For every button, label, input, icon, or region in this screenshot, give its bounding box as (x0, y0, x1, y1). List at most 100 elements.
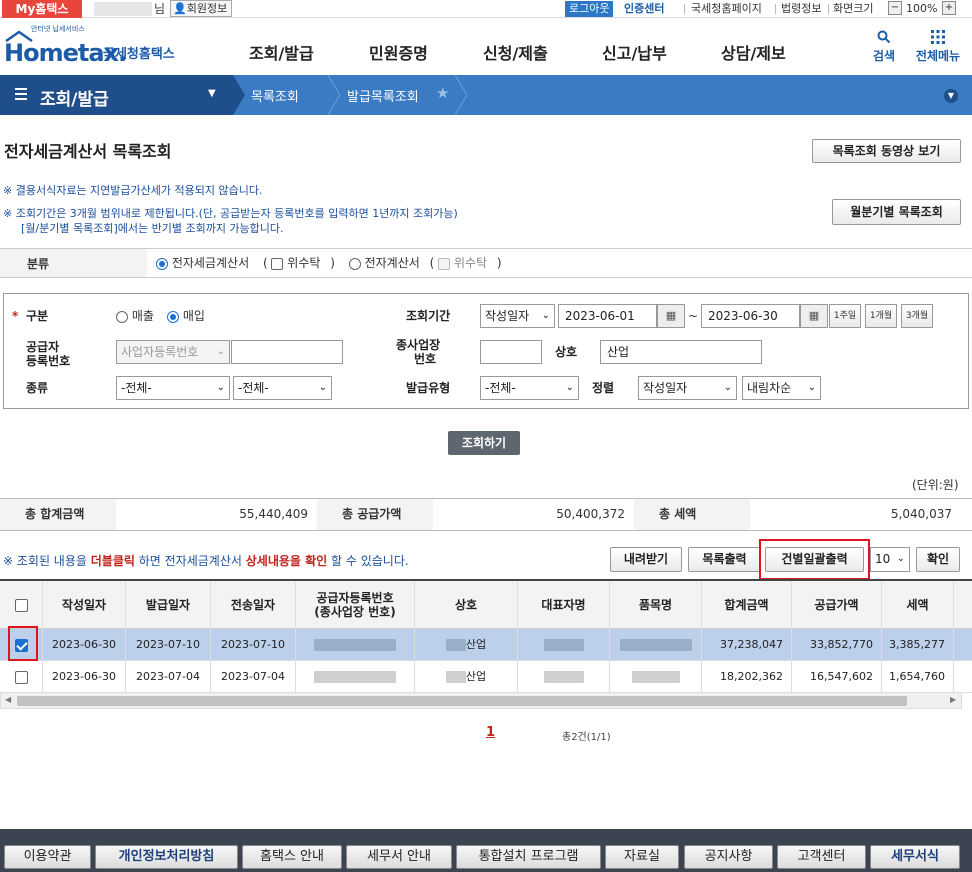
page-size-value: 10 (875, 552, 891, 566)
footer-privacy[interactable]: 개인정보처리방침 (95, 845, 238, 869)
crumb-list-inquiry[interactable]: 목록조회 (251, 86, 299, 105)
date-type-select[interactable]: 작성일자 ⌄ (480, 304, 555, 328)
confirm-button[interactable]: 확인 (916, 547, 960, 572)
footer-office-guide[interactable]: 세무서 안내 (346, 845, 452, 869)
footer-archive[interactable]: 자료실 (605, 845, 679, 869)
col-tax[interactable]: 세액 (882, 581, 954, 629)
date-from-input[interactable]: 2023-06-01 (558, 304, 657, 328)
table-row[interactable]: 2023-06-30 2023-07-10 2023-07-10 산업 37,2… (0, 629, 972, 661)
sale-option[interactable]: 매출 (116, 308, 154, 324)
zoom-out-button[interactable]: − (888, 1, 902, 15)
table-row[interactable]: 2023-06-30 2023-07-04 2023-07-04 산업 18,2… (0, 661, 972, 693)
sale-radio[interactable] (116, 310, 128, 323)
nav-section-dropdown[interactable]: 조회/발급 ▼ (0, 75, 233, 115)
branch-label-2: 번호 (414, 352, 437, 366)
cell-tax: 1,654,760 (882, 661, 954, 693)
cell-supplier-reg-masked (296, 661, 415, 693)
e-tax-invoice-radio[interactable] (156, 257, 168, 270)
half-period-list-button[interactable]: 월분기별 목록조회 (832, 199, 961, 225)
footer-notice[interactable]: 공지사항 (684, 845, 773, 869)
crumb-issue-list[interactable]: 발급목록조회 (347, 86, 419, 105)
consign-checkbox-1[interactable] (271, 257, 284, 270)
period-3month-button[interactable]: 3개월 (901, 304, 933, 328)
cell-company-text: 산업 (465, 638, 487, 651)
supplier-reg-number-input[interactable] (231, 340, 343, 364)
e-invoice-radio[interactable] (348, 257, 361, 270)
col-item[interactable]: 품목명 (610, 581, 702, 629)
footer-hometax-guide[interactable]: 홈택스 안내 (242, 845, 342, 869)
favorite-star-icon[interactable]: ★ (436, 84, 449, 102)
col-send-date[interactable]: 전송일자 (211, 581, 296, 629)
nav-expand-icon[interactable]: ▼ (944, 89, 958, 103)
list-video-button[interactable]: 목록조회 동영상 보기 (812, 139, 961, 163)
select-all-checkbox[interactable] (14, 598, 28, 612)
total-supply-value: 50,400,372 (556, 507, 625, 521)
col-supplier-reg[interactable]: 공급자등록번호 (종사업장 번호) (296, 581, 415, 629)
logout-button[interactable]: 로그아웃 (565, 1, 614, 17)
row-checkbox[interactable] (14, 670, 28, 684)
footer-install-program[interactable]: 통합설치 프로그램 (456, 845, 601, 869)
gnb-apply-submit[interactable]: 신청/제출 (483, 40, 548, 64)
company-name-input[interactable]: 산업 (600, 340, 762, 364)
masked-value (445, 639, 466, 651)
footer-customer-center[interactable]: 고객센터 (777, 845, 866, 869)
date-to-input[interactable]: 2023-06-30 (701, 304, 800, 328)
gnb-consult-report[interactable]: 상담/제보 (721, 40, 786, 64)
footer-tax-forms[interactable]: 세무서식 (870, 845, 960, 869)
masked-value (631, 671, 680, 683)
col-written-date[interactable]: 작성일자 (43, 581, 126, 629)
period-1week-button[interactable]: 1주일 (829, 304, 861, 328)
kind-select-2[interactable]: -전체- ⌄ (233, 376, 332, 400)
cert-center-link[interactable]: 인증센터 (624, 1, 664, 17)
myhometax-button[interactable]: My홈택스 (2, 0, 82, 18)
purchase-radio[interactable] (167, 310, 179, 323)
nts-homepage-link[interactable]: 국세청홈페이지 (691, 1, 762, 17)
download-button[interactable]: 내려받기 (610, 547, 682, 572)
kind-select-1[interactable]: -전체- ⌄ (116, 376, 230, 400)
scrollbar-thumb[interactable] (17, 696, 907, 706)
paren-close: ) (496, 256, 502, 270)
page-size-select[interactable]: 10 ⌄ (870, 547, 910, 572)
row-select-cell (0, 661, 43, 693)
e-invoice-label: 전자계산서 (364, 256, 420, 270)
cell-company: 산업 (415, 629, 518, 661)
col-ceo[interactable]: 대표자명 (518, 581, 610, 629)
horizontal-scrollbar[interactable]: ◀ ▶ (0, 692, 962, 709)
search-button[interactable]: 검색 (868, 30, 900, 64)
scroll-right-icon[interactable]: ▶ (950, 695, 956, 704)
branch-number-input[interactable] (480, 340, 542, 364)
total-supply-label: 총 공급가액 (317, 499, 433, 530)
col-company[interactable]: 상호 (415, 581, 518, 629)
period-1month-button[interactable]: 1개월 (865, 304, 897, 328)
footer-terms[interactable]: 이용약관 (4, 845, 91, 869)
calendar-icon[interactable]: ▦ (800, 304, 828, 328)
all-menu-button[interactable]: 전체메뉴 (912, 30, 964, 64)
member-info-button[interactable]: 👤회원정보 (170, 0, 233, 17)
cell-ceo-masked (518, 629, 610, 661)
col-total[interactable]: 합계금액 (702, 581, 792, 629)
gnb-inquiry-issue[interactable]: 조회/발급 (249, 40, 314, 64)
issue-type-label: 발급유형 (406, 381, 451, 395)
zoom-in-button[interactable]: + (942, 1, 956, 15)
hint-text-2: 하면 전자세금계산서 (134, 554, 246, 568)
law-info-link[interactable]: 법령정보 (781, 1, 821, 17)
col-supply[interactable]: 공급가액 (792, 581, 882, 629)
sort-order-select[interactable]: 내림차순 ⌄ (742, 376, 821, 400)
gnb-report-pay[interactable]: 신고/납부 (602, 40, 667, 64)
consign-label-1: 위수탁 (287, 256, 321, 270)
search-submit-button[interactable]: 조회하기 (448, 431, 520, 455)
purchase-option[interactable]: 매입 (167, 308, 205, 324)
hint-text-1: ※ 조회된 내용을 (3, 554, 91, 568)
select-all-cell (0, 581, 43, 629)
sort-field-select[interactable]: 작성일자 ⌄ (638, 376, 737, 400)
print-list-button[interactable]: 목록출력 (688, 547, 761, 572)
col-issue-date[interactable]: 발급일자 (126, 581, 211, 629)
page-1-link[interactable]: 1 (486, 725, 495, 740)
calendar-icon[interactable]: ▦ (657, 304, 685, 328)
issue-type-select[interactable]: -전체- ⌄ (480, 376, 579, 400)
gnb-civil-cert[interactable]: 민원증명 (369, 40, 428, 64)
page-title: 전자세금계산서 목록조회 (4, 142, 172, 161)
scroll-left-icon[interactable]: ◀ (5, 695, 11, 704)
kind-select-1-value: -전체- (121, 381, 152, 395)
sort-field-value: 작성일자 (643, 381, 688, 395)
